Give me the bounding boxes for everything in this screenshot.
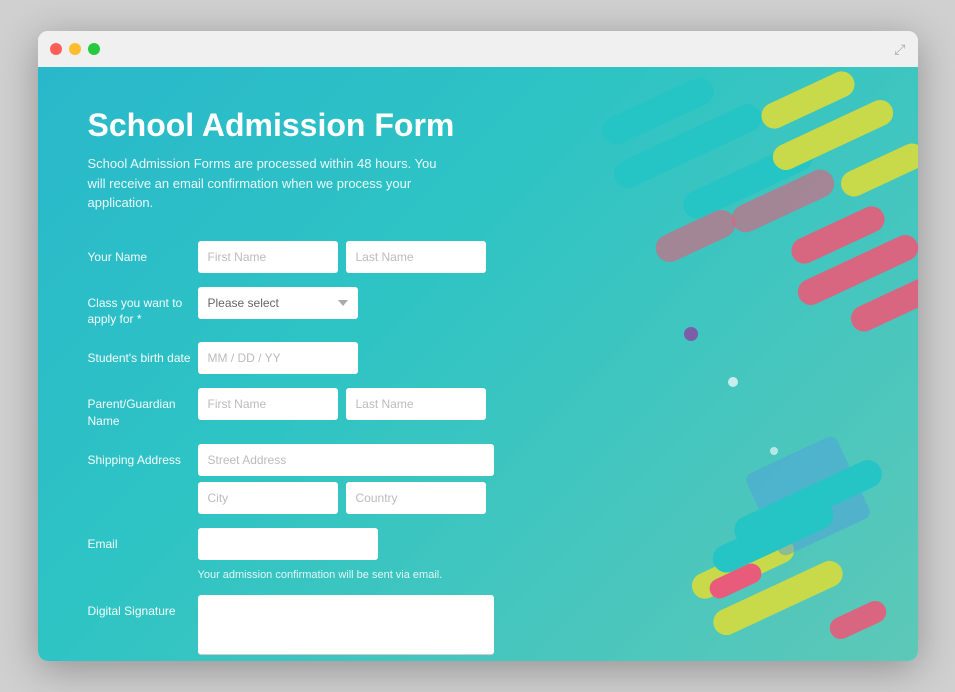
city-country-row [198,482,588,514]
parent-input-row [198,388,588,420]
first-name-input[interactable] [198,241,338,273]
email-inputs: Your admission confirmation will be sent… [198,528,588,581]
email-label: Email [88,528,198,553]
maximize-button[interactable] [88,43,100,55]
expand-icon[interactable]: ⤢ [894,41,905,58]
class-row: Class you want to apply for * Please sel… [88,287,588,329]
form-subtitle: School Admission Forms are processed wit… [88,154,458,213]
class-inputs: Please select Class 1 Class 2 Class 3 [198,287,588,319]
parent-name-inputs [198,388,588,420]
class-label: Class you want to apply for * [88,287,198,329]
street-address-input[interactable] [198,444,494,476]
email-input[interactable] [198,528,378,560]
birth-date-input[interactable] [198,342,358,374]
parent-first-name-input[interactable] [198,388,338,420]
form-section: School Admission Form School Admission F… [38,67,638,661]
signature-row: Digital Signature [88,595,588,655]
country-input[interactable] [346,482,486,514]
last-name-input[interactable] [346,241,486,273]
app-window: ⤢ [38,31,918,661]
signature-inputs [198,595,588,655]
minimize-button[interactable] [69,43,81,55]
parent-name-row: Parent/Guardian Name [88,388,588,430]
email-hint: Your admission confirmation will be sent… [198,569,588,581]
signature-box[interactable] [198,595,494,655]
close-button[interactable] [50,43,62,55]
name-input-row [198,241,588,273]
class-select[interactable]: Please select Class 1 Class 2 Class 3 [198,287,358,319]
parent-last-name-input[interactable] [346,388,486,420]
traffic-lights [50,43,100,55]
birth-date-label: Student's birth date [88,342,198,367]
shipping-address-row: Shipping Address [88,444,588,514]
parent-name-label: Parent/Guardian Name [88,388,198,430]
signature-label: Digital Signature [88,595,198,620]
email-row: Email Your admission confirmation will b… [88,528,588,581]
birth-date-inputs [198,342,588,374]
city-input[interactable] [198,482,338,514]
your-name-inputs [198,241,588,273]
shipping-address-inputs [198,444,588,514]
birth-date-row: Student's birth date [88,342,588,374]
title-bar: ⤢ [38,31,918,67]
your-name-row: Your Name [88,241,588,273]
form-title: School Admission Form [88,107,588,144]
main-content: School Admission Form School Admission F… [38,67,918,661]
shipping-address-label: Shipping Address [88,444,198,469]
your-name-label: Your Name [88,241,198,266]
